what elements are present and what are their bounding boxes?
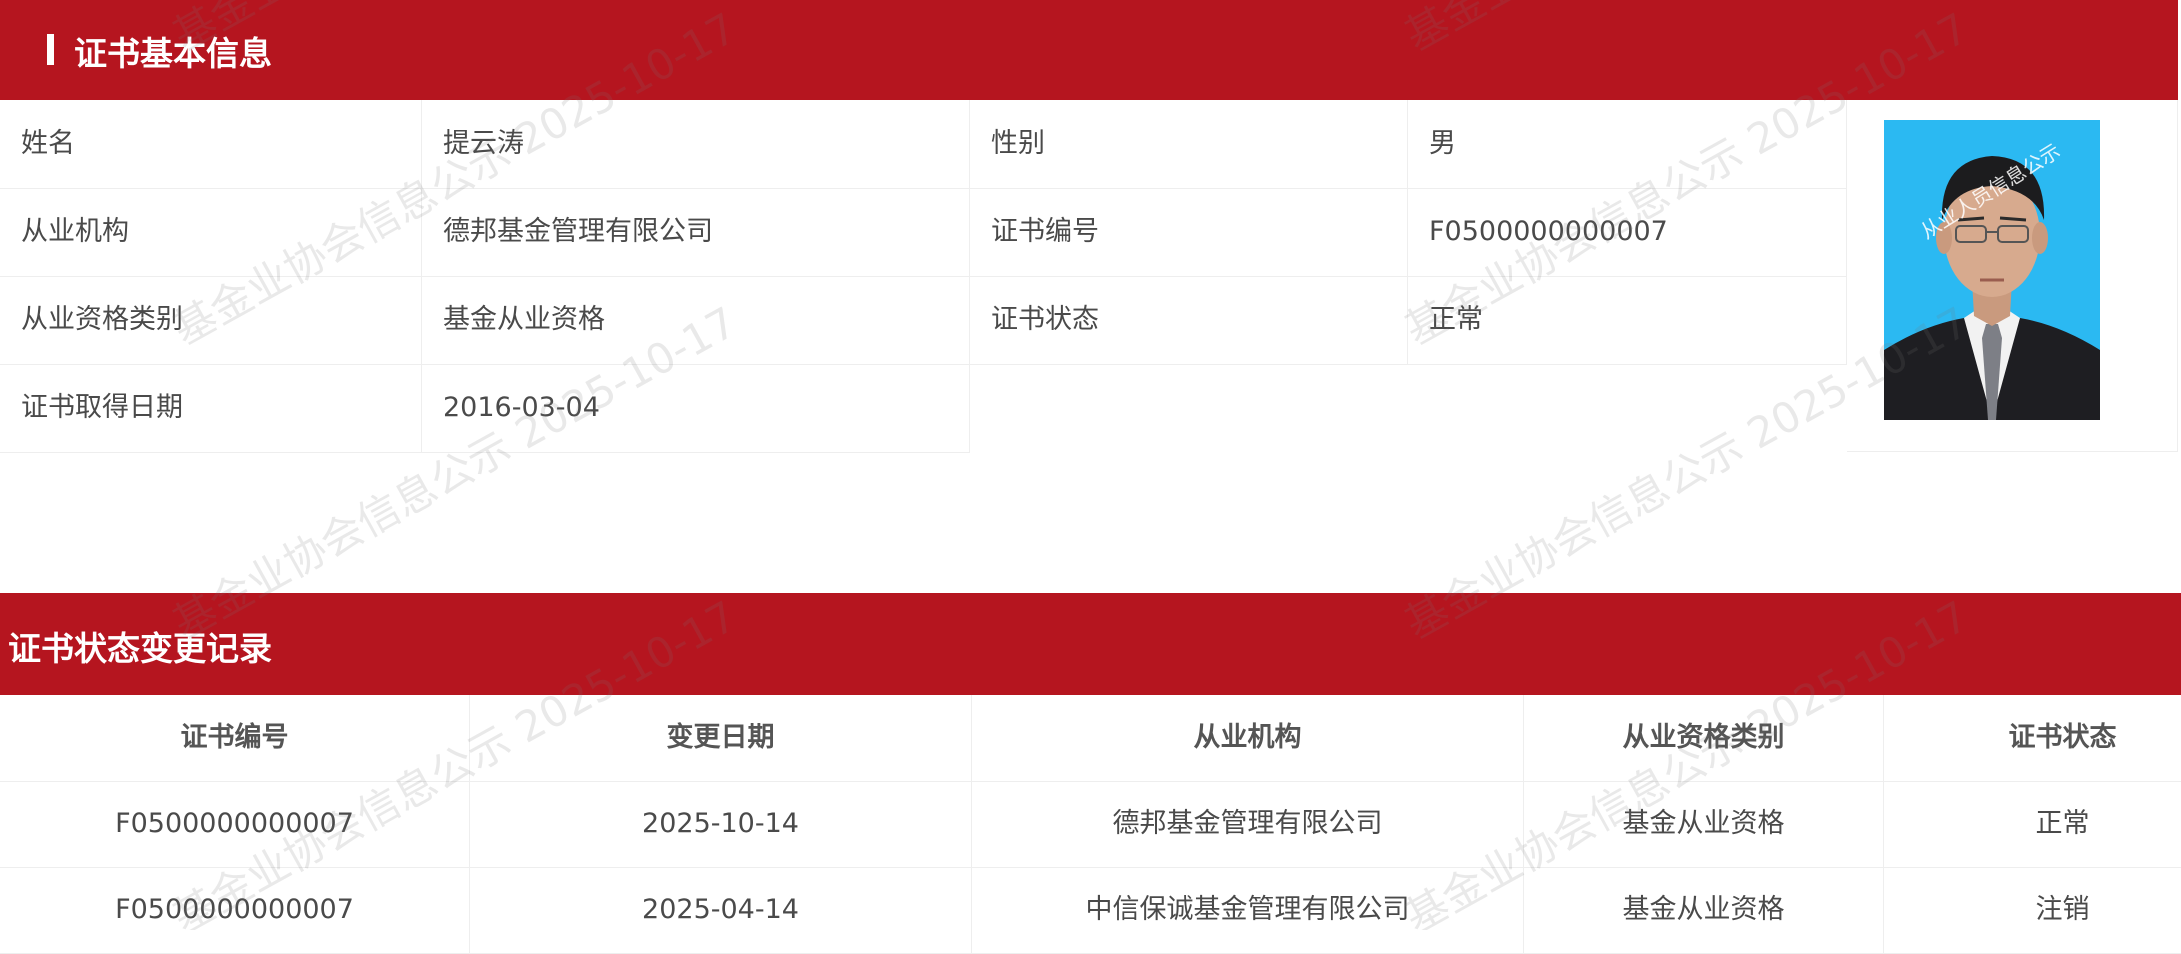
column-header: 变更日期: [470, 695, 972, 781]
qualification-value: 基金从业资格: [422, 276, 970, 364]
photo-cell: 从业人员信息公示: [1847, 100, 2178, 452]
table-row: F0500000000007 2025-04-14 中信保诚基金管理有限公司 基…: [0, 867, 2181, 954]
table-cell: 基金从业资格: [1524, 867, 1884, 953]
table-cell: 2025-04-14: [470, 867, 972, 953]
name-label: 姓名: [0, 100, 422, 188]
column-header: 从业资格类别: [1524, 695, 1884, 781]
basic-info-title: 证书基本信息: [74, 34, 272, 73]
gender-value: 男: [1408, 100, 1847, 188]
info-row: 从业机构 德邦基金管理有限公司 证书编号 F0500000000007: [0, 188, 1847, 277]
info-row: 从业资格类别 基金从业资格 证书状态 正常: [0, 276, 1847, 365]
table-cell: 中信保诚基金管理有限公司: [972, 867, 1524, 953]
table-header-row: 证书编号 变更日期 从业机构 从业资格类别 证书状态: [0, 695, 2181, 782]
column-header: 证书状态: [2008, 722, 2117, 753]
person-portrait-icon: [1884, 120, 2100, 420]
table-cell: 注销: [2035, 894, 2090, 925]
info-row: 证书取得日期 2016-03-04: [0, 364, 970, 453]
basic-info-header: 证书基本信息: [0, 0, 2178, 100]
table-cell: F0500000000007: [0, 867, 470, 953]
institution-value: 德邦基金管理有限公司: [422, 188, 970, 276]
person-photo: 从业人员信息公示: [1884, 120, 2100, 420]
cert-date-value: 2016-03-04: [422, 364, 970, 452]
table-row: F0500000000007 2025-10-14 德邦基金管理有限公司 基金从…: [0, 781, 2181, 868]
cert-number-value: F0500000000007: [1408, 188, 1847, 276]
cert-number-label: 证书编号: [970, 188, 1408, 276]
header-accent-mark: [47, 34, 54, 65]
institution-label: 从业机构: [0, 188, 422, 276]
qualification-label: 从业资格类别: [0, 276, 422, 364]
cert-date-label: 证书取得日期: [0, 364, 422, 452]
table-cell: 基金从业资格: [1524, 781, 1884, 867]
cert-status-value: 正常: [1408, 276, 1847, 364]
table-cell: F0500000000007: [0, 781, 470, 867]
cert-status-label: 证书状态: [970, 276, 1408, 364]
table-cell: 2025-10-14: [470, 781, 972, 867]
column-header: 从业机构: [972, 695, 1524, 781]
name-value: 提云涛: [422, 100, 970, 188]
table-cell: 正常: [2035, 808, 2090, 839]
table-cell: 德邦基金管理有限公司: [972, 781, 1524, 867]
info-row: 姓名 提云涛 性别 男: [0, 100, 1847, 189]
records-header: 证书状态变更记录: [0, 593, 2181, 695]
records-title: 证书状态变更记录: [8, 629, 272, 668]
column-header: 证书编号: [0, 695, 470, 781]
gender-label: 性别: [970, 100, 1408, 188]
